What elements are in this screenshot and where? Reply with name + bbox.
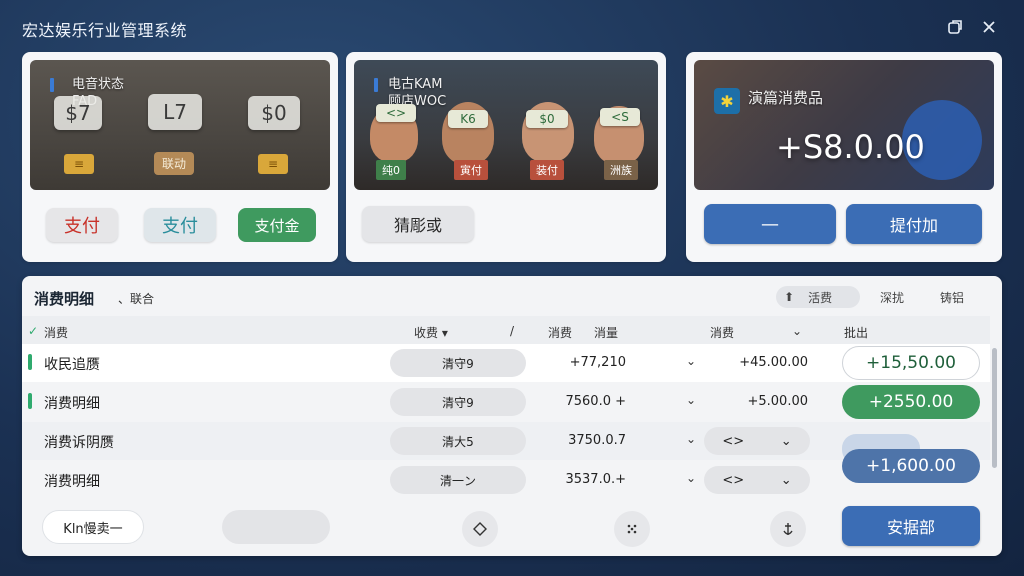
details-table-panel: 消费明细 、联合 ⬆ 活费 深扰 铸铝 ✓ 消费 收费 ▾ / 消费 消量 消费… bbox=[22, 276, 1002, 556]
amount-value: 3750.0.7 bbox=[568, 433, 626, 448]
stepper-arrows-icon[interactable]: <> bbox=[722, 473, 744, 488]
export-tool[interactable]: 铸铝 bbox=[940, 286, 964, 308]
action-button[interactable]: 猜彫或 bbox=[362, 206, 474, 242]
minus-button[interactable]: — bbox=[704, 204, 836, 244]
move-icon[interactable] bbox=[462, 511, 498, 547]
scrollbar[interactable] bbox=[992, 348, 997, 468]
headband-label: K6 bbox=[448, 110, 488, 128]
event-card: 电古KAM 顾店WOC <> K6 $0 <S 纯0 寅付 装付 洲族 猜彫或 bbox=[346, 52, 666, 262]
status-card: 电音状态 FAD $7 L7 $0 ≡ 联动 ≡ 支付 支付 支付金 bbox=[22, 52, 338, 262]
col-header-quantity[interactable]: 消量 bbox=[594, 324, 618, 341]
col-header-consume[interactable]: 消费 bbox=[44, 324, 68, 341]
filter-tool[interactable]: ⬆ 活费 bbox=[776, 286, 860, 308]
table-row[interactable]: 消费明细 清一ン 3537.0.+ ⌄ <> ⌄ +1,600.00 bbox=[22, 449, 990, 499]
divider: / bbox=[510, 324, 515, 338]
stepper-control[interactable]: <> ⌄ bbox=[704, 427, 810, 455]
chevron-down-icon[interactable]: ⌄ bbox=[686, 393, 696, 407]
pay-button[interactable]: 支付 bbox=[144, 208, 216, 242]
up-icon: ⬆ bbox=[784, 290, 795, 304]
row-label: 收民追赝 bbox=[44, 357, 100, 373]
pay-amount-button[interactable]: 支付金 bbox=[238, 208, 316, 242]
col-header-amount[interactable]: 消费 bbox=[548, 324, 572, 341]
chevron-down-icon[interactable]: ⌄ bbox=[792, 324, 802, 338]
table-title: 消费明细 bbox=[34, 290, 95, 308]
status-card-image: 电音状态 FAD $7 L7 $0 ≡ 联动 ≡ bbox=[30, 60, 330, 190]
headband-label: <> bbox=[376, 104, 416, 122]
flag-icon bbox=[374, 78, 378, 92]
amount-value: +77,210 bbox=[569, 355, 626, 370]
event-card-image: 电古KAM 顾店WOC <> K6 $0 <S 纯0 寅付 装付 洲族 bbox=[354, 60, 658, 190]
amount-value: 7560.0 + bbox=[565, 394, 626, 409]
close-icon[interactable] bbox=[976, 14, 1002, 40]
chevron-down-icon[interactable]: ⌄ bbox=[781, 434, 792, 449]
row-label: 消费诉阴赝 bbox=[44, 435, 114, 451]
charge-chip[interactable]: 清守9 bbox=[390, 388, 526, 416]
charge-chip[interactable]: 清大5 bbox=[390, 427, 526, 455]
amount-button[interactable]: +15,50.00 bbox=[842, 346, 980, 380]
consumption-amount: +S8.0.00 bbox=[776, 128, 925, 166]
name-tag: 寅付 bbox=[454, 160, 488, 180]
col-header-consume2[interactable]: 消费 bbox=[710, 324, 734, 341]
col-header-output[interactable]: 批出 bbox=[844, 324, 868, 341]
row-indicator bbox=[28, 354, 32, 370]
price-tag: $7 bbox=[54, 96, 102, 130]
add-payment-button[interactable]: 提付加 bbox=[846, 204, 982, 244]
headband-label: $0 bbox=[526, 110, 568, 128]
chevron-down-icon[interactable]: ⌄ bbox=[781, 473, 792, 488]
amount-button[interactable]: +2550.00 bbox=[842, 385, 980, 419]
app-logo-icon: ✱ bbox=[714, 88, 740, 114]
app-title: 宏达娱乐行业管理系统 bbox=[22, 21, 188, 40]
table-row[interactable]: 收民追赝 清守9 +77,210 ⌄ +45.00.00 +15,50.00 bbox=[22, 344, 990, 382]
anchor-icon[interactable] bbox=[770, 511, 806, 547]
name-tag: 纯0 bbox=[376, 160, 406, 180]
consumption-card-image: ✱ 演篇消费品 +S8.0.00 bbox=[694, 60, 994, 190]
table-subtitle: 、联合 bbox=[118, 292, 155, 306]
consume-value: +5.00.00 bbox=[747, 394, 808, 409]
stepper-arrows-icon[interactable]: <> bbox=[722, 434, 744, 449]
amount-value: 3537.0.+ bbox=[565, 472, 626, 487]
stepper-control[interactable]: <> ⌄ bbox=[704, 466, 810, 494]
price-tag: $0 bbox=[248, 96, 300, 130]
grid-icon[interactable] bbox=[614, 511, 650, 547]
wood-label: 联动 bbox=[154, 152, 195, 175]
charge-chip[interactable]: 清守9 bbox=[390, 349, 526, 377]
check-icon: ✓ bbox=[28, 324, 39, 338]
submit-button[interactable]: 安据部 bbox=[842, 506, 980, 546]
charge-chip[interactable]: 清一ン bbox=[390, 466, 526, 494]
consumption-card: ✱ 演篇消费品 +S8.0.00 — 提付加 bbox=[686, 52, 1002, 262]
name-tag: 洲族 bbox=[604, 160, 638, 180]
footer-left-button[interactable]: Kln慢卖一 bbox=[42, 510, 144, 544]
row-indicator bbox=[28, 393, 32, 409]
col-header-charge[interactable]: 收费 ▾ bbox=[414, 324, 448, 341]
row-label: 消费明细 bbox=[44, 396, 100, 412]
consume-value: +45.00.00 bbox=[739, 355, 808, 370]
amount-button[interactable]: +1,600.00 bbox=[842, 449, 980, 483]
table-row[interactable]: 消费明细 清守9 7560.0 + ⌄ +5.00.00 +2550.00 bbox=[22, 383, 990, 421]
row-label: 消费明细 bbox=[44, 474, 100, 490]
name-tag: 装付 bbox=[530, 160, 564, 180]
restore-icon[interactable] bbox=[942, 14, 968, 40]
chevron-down-icon[interactable]: ⌄ bbox=[686, 471, 696, 485]
chevron-down-icon[interactable]: ⌄ bbox=[686, 354, 696, 368]
flag-icon bbox=[50, 78, 54, 92]
headband-label: <S bbox=[600, 108, 640, 126]
stack-icon: ≡ bbox=[258, 154, 288, 174]
title-bar: 宏达娱乐行业管理系统 bbox=[0, 0, 1024, 54]
chevron-down-icon[interactable]: ⌄ bbox=[686, 432, 696, 446]
consumption-card-title: 演篇消费品 bbox=[748, 89, 824, 107]
price-tag: L7 bbox=[148, 94, 202, 130]
filter-tool-label: 活费 bbox=[808, 290, 833, 305]
stack-icon: ≡ bbox=[64, 154, 94, 174]
footer-blank-button[interactable] bbox=[222, 510, 330, 544]
sort-tool[interactable]: 深扰 bbox=[880, 286, 904, 308]
pay-button[interactable]: 支付 bbox=[46, 208, 118, 242]
